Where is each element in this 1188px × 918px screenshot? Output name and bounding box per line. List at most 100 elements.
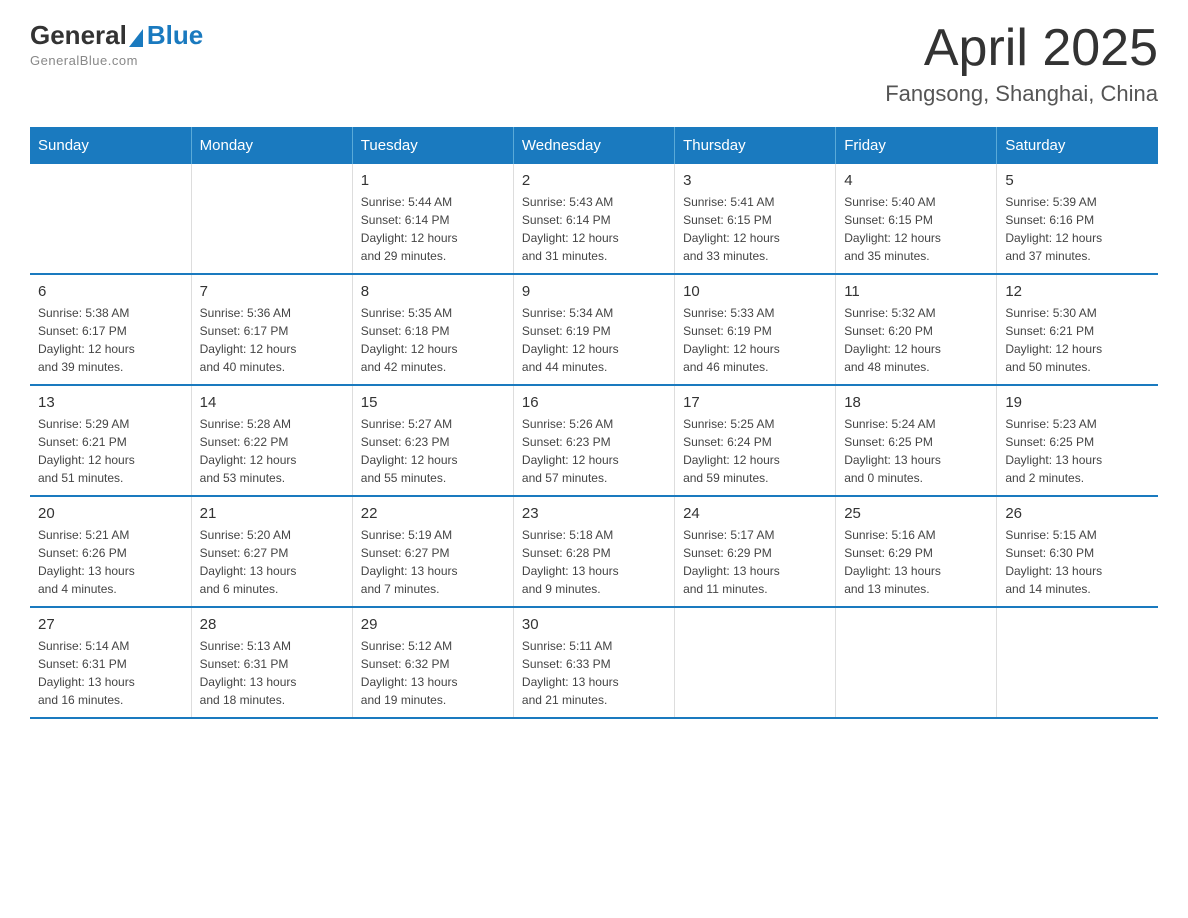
logo-triangle-icon [129,29,143,47]
calendar-cell: 30 Sunrise: 5:11 AM Sunset: 6:33 PM Dayli… [513,607,674,718]
calendar-cell: 6 Sunrise: 5:38 AM Sunset: 6:17 PM Daylig… [30,274,191,385]
day-number: 15 [361,394,505,411]
day-number: 13 [38,394,183,411]
day-number: 4 [844,172,988,189]
day-info: Sunrise: 5:12 AM Sunset: 6:32 PM Dayligh… [361,637,505,709]
calendar-cell: 23 Sunrise: 5:18 AM Sunset: 6:28 PM Dayli… [513,496,674,607]
day-info: Sunrise: 5:21 AM Sunset: 6:26 PM Dayligh… [38,526,183,598]
page-title: April 2025 [885,20,1158,77]
calendar-cell: 11 Sunrise: 5:32 AM Sunset: 6:20 PM Dayli… [836,274,997,385]
day-info: Sunrise: 5:20 AM Sunset: 6:27 PM Dayligh… [200,526,344,598]
calendar-cell: 22 Sunrise: 5:19 AM Sunset: 6:27 PM Dayli… [352,496,513,607]
calendar-cell: 12Sunrise: 5:30 AM Sunset: 6:21 PM Dayli… [997,274,1158,385]
calendar-cell: 16 Sunrise: 5:26 AM Sunset: 6:23 PM Dayli… [513,385,674,496]
calendar-cell: 27 Sunrise: 5:14 AM Sunset: 6:31 PM Dayli… [30,607,191,718]
day-number: 18 [844,394,988,411]
weekday-header-sunday: Sunday [30,127,191,164]
weekday-header-saturday: Saturday [997,127,1158,164]
day-info: Sunrise: 5:32 AM Sunset: 6:20 PM Dayligh… [844,304,988,376]
calendar-cell [675,607,836,718]
calendar-cell: 14 Sunrise: 5:28 AM Sunset: 6:22 PM Dayli… [191,385,352,496]
calendar-header: SundayMondayTuesdayWednesdayThursdayFrid… [30,127,1158,164]
calendar-table: SundayMondayTuesdayWednesdayThursdayFrid… [30,127,1158,719]
day-info: Sunrise: 5:26 AM Sunset: 6:23 PM Dayligh… [522,415,666,487]
day-info: Sunrise: 5:25 AM Sunset: 6:24 PM Dayligh… [683,415,827,487]
calendar-week-0: 1Sunrise: 5:44 AM Sunset: 6:14 PM Daylig… [30,164,1158,274]
day-number: 1 [361,172,505,189]
day-number: 28 [200,616,344,633]
calendar-cell: 17 Sunrise: 5:25 AM Sunset: 6:24 PM Dayli… [675,385,836,496]
calendar-cell [836,607,997,718]
calendar-cell: 20 Sunrise: 5:21 AM Sunset: 6:26 PM Dayli… [30,496,191,607]
logo: General Blue GeneralBlue.com [30,20,203,68]
calendar-cell: 26Sunrise: 5:15 AM Sunset: 6:30 PM Dayli… [997,496,1158,607]
calendar-cell: 29Sunrise: 5:12 AM Sunset: 6:32 PM Dayli… [352,607,513,718]
day-info: Sunrise: 5:39 AM Sunset: 6:16 PM Dayligh… [1005,193,1150,265]
calendar-cell: 24 Sunrise: 5:17 AM Sunset: 6:29 PM Dayli… [675,496,836,607]
logo-blue-text: Blue [147,20,203,51]
day-number: 30 [522,616,666,633]
day-number: 8 [361,283,505,300]
day-number: 22 [361,505,505,522]
day-number: 27 [38,616,183,633]
day-info: Sunrise: 5:41 AM Sunset: 6:15 PM Dayligh… [683,193,827,265]
weekday-header-row: SundayMondayTuesdayWednesdayThursdayFrid… [30,127,1158,164]
day-number: 2 [522,172,666,189]
day-info: Sunrise: 5:19 AM Sunset: 6:27 PM Dayligh… [361,526,505,598]
calendar-cell: 5 Sunrise: 5:39 AM Sunset: 6:16 PM Daylig… [997,164,1158,274]
day-info: Sunrise: 5:14 AM Sunset: 6:31 PM Dayligh… [38,637,183,709]
day-info: Sunrise: 5:34 AM Sunset: 6:19 PM Dayligh… [522,304,666,376]
weekday-header-tuesday: Tuesday [352,127,513,164]
calendar-body: 1Sunrise: 5:44 AM Sunset: 6:14 PM Daylig… [30,164,1158,718]
day-number: 10 [683,283,827,300]
calendar-cell: 28Sunrise: 5:13 AM Sunset: 6:31 PM Dayli… [191,607,352,718]
calendar-week-1: 6 Sunrise: 5:38 AM Sunset: 6:17 PM Daylig… [30,274,1158,385]
day-number: 24 [683,505,827,522]
day-number: 21 [200,505,344,522]
day-info: Sunrise: 5:11 AM Sunset: 6:33 PM Dayligh… [522,637,666,709]
weekday-header-wednesday: Wednesday [513,127,674,164]
day-number: 6 [38,283,183,300]
calendar-cell: 21 Sunrise: 5:20 AM Sunset: 6:27 PM Dayli… [191,496,352,607]
calendar-cell: 2 Sunrise: 5:43 AM Sunset: 6:14 PM Daylig… [513,164,674,274]
day-info: Sunrise: 5:28 AM Sunset: 6:22 PM Dayligh… [200,415,344,487]
day-number: 7 [200,283,344,300]
day-info: Sunrise: 5:18 AM Sunset: 6:28 PM Dayligh… [522,526,666,598]
day-info: Sunrise: 5:40 AM Sunset: 6:15 PM Dayligh… [844,193,988,265]
weekday-header-friday: Friday [836,127,997,164]
calendar-week-4: 27 Sunrise: 5:14 AM Sunset: 6:31 PM Dayli… [30,607,1158,718]
day-number: 25 [844,505,988,522]
page-subtitle: Fangsong, Shanghai, China [885,81,1158,107]
calendar-week-3: 20 Sunrise: 5:21 AM Sunset: 6:26 PM Dayli… [30,496,1158,607]
calendar-cell [30,164,191,274]
calendar-week-2: 13 Sunrise: 5:29 AM Sunset: 6:21 PM Dayli… [30,385,1158,496]
day-number: 20 [38,505,183,522]
day-info: Sunrise: 5:27 AM Sunset: 6:23 PM Dayligh… [361,415,505,487]
day-number: 23 [522,505,666,522]
calendar-cell: 13 Sunrise: 5:29 AM Sunset: 6:21 PM Dayli… [30,385,191,496]
day-info: Sunrise: 5:15 AM Sunset: 6:30 PM Dayligh… [1005,526,1150,598]
calendar-cell [997,607,1158,718]
day-info: Sunrise: 5:17 AM Sunset: 6:29 PM Dayligh… [683,526,827,598]
day-info: Sunrise: 5:29 AM Sunset: 6:21 PM Dayligh… [38,415,183,487]
calendar-cell: 25Sunrise: 5:16 AM Sunset: 6:29 PM Dayli… [836,496,997,607]
calendar-cell: 1Sunrise: 5:44 AM Sunset: 6:14 PM Daylig… [352,164,513,274]
day-info: Sunrise: 5:43 AM Sunset: 6:14 PM Dayligh… [522,193,666,265]
calendar-cell [191,164,352,274]
weekday-header-monday: Monday [191,127,352,164]
calendar-cell: 10Sunrise: 5:33 AM Sunset: 6:19 PM Dayli… [675,274,836,385]
day-info: Sunrise: 5:36 AM Sunset: 6:17 PM Dayligh… [200,304,344,376]
logo-general-text: General [30,20,127,51]
calendar-cell: 7 Sunrise: 5:36 AM Sunset: 6:17 PM Daylig… [191,274,352,385]
calendar-cell: 9Sunrise: 5:34 AM Sunset: 6:19 PM Daylig… [513,274,674,385]
day-number: 11 [844,283,988,300]
calendar-cell: 18Sunrise: 5:24 AM Sunset: 6:25 PM Dayli… [836,385,997,496]
day-number: 14 [200,394,344,411]
day-info: Sunrise: 5:23 AM Sunset: 6:25 PM Dayligh… [1005,415,1150,487]
day-number: 12 [1005,283,1150,300]
day-info: Sunrise: 5:38 AM Sunset: 6:17 PM Dayligh… [38,304,183,376]
day-number: 5 [1005,172,1150,189]
calendar-cell: 8Sunrise: 5:35 AM Sunset: 6:18 PM Daylig… [352,274,513,385]
day-number: 17 [683,394,827,411]
day-number: 16 [522,394,666,411]
